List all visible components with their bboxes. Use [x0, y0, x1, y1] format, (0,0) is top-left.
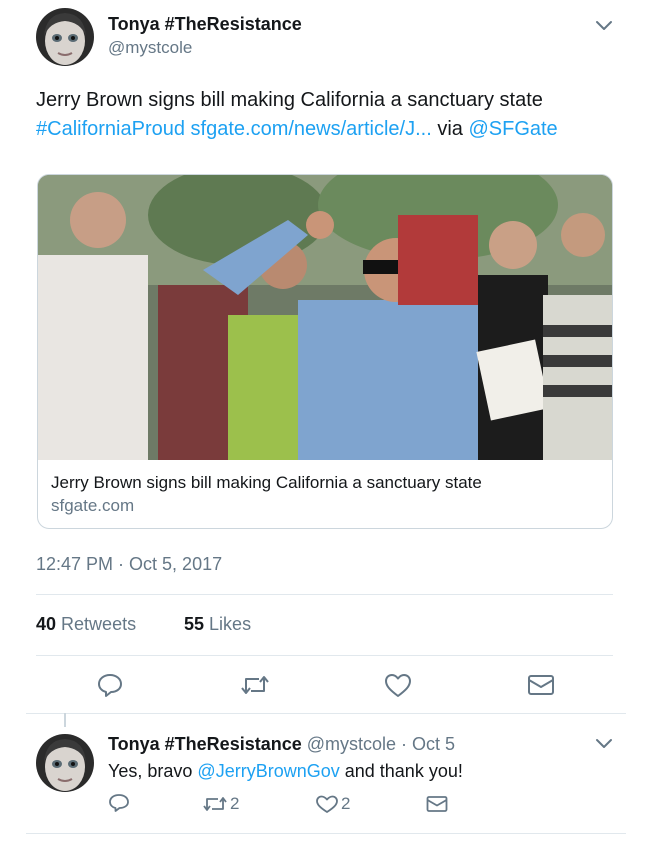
retweets-count: 40: [36, 614, 57, 634]
reply-mention-link[interactable]: @JerryBrownGov: [197, 761, 339, 781]
envelope-icon[interactable]: [426, 795, 448, 813]
likes-label: Likes: [209, 614, 252, 634]
thread-connector: [64, 713, 66, 727]
reply-meta[interactable]: @mystcole · Oct 5: [307, 734, 455, 754]
retweets-label: Retweets: [61, 614, 137, 634]
chevron-down-icon[interactable]: [594, 736, 614, 752]
avatar[interactable]: [36, 8, 94, 66]
reply-icon[interactable]: [97, 672, 123, 698]
display-name[interactable]: Tonya #TheResistance: [108, 14, 302, 35]
retweets-stat[interactable]: 40 Retweets: [36, 614, 136, 635]
reply-text-after: and thank you!: [344, 761, 463, 781]
hashtag-link[interactable]: #CaliforniaProud: [36, 118, 185, 140]
article-photo: [38, 175, 612, 460]
divider: [36, 594, 613, 595]
divider: [26, 713, 626, 714]
tweet-text-body: Jerry Brown signs bill making California…: [36, 89, 543, 111]
heart-icon[interactable]: [384, 672, 412, 698]
reply-icon[interactable]: [108, 793, 130, 813]
likes-stat[interactable]: 55 Likes: [184, 614, 251, 635]
reply-text: Yes, bravo @JerryBrownGov and thank you!: [108, 761, 463, 782]
article-link[interactable]: sfgate.com/news/article/J...: [191, 118, 432, 140]
divider: [26, 833, 626, 834]
envelope-icon[interactable]: [527, 673, 555, 697]
via-text: via: [437, 118, 463, 140]
reply-display-name[interactable]: Tonya #TheResistance: [108, 734, 302, 754]
retweet-icon[interactable]: [202, 794, 228, 814]
tweet-timestamp[interactable]: 12:47 PM · Oct 5, 2017: [36, 554, 222, 575]
chevron-down-icon[interactable]: [594, 18, 614, 34]
divider: [36, 655, 613, 656]
mention-link[interactable]: @SFGate: [468, 118, 557, 140]
tweet-text: Jerry Brown signs bill making California…: [36, 86, 626, 144]
reply-avatar[interactable]: [36, 734, 94, 792]
reply-retweet-count: 2: [230, 794, 240, 813]
reply-header: Tonya #TheResistance @mystcole · Oct 5: [108, 734, 455, 755]
retweet-icon[interactable]: [240, 672, 270, 698]
reply-text-before: Yes, bravo: [108, 761, 193, 781]
reply-like-count: 2: [341, 794, 351, 813]
link-preview-card[interactable]: Jerry Brown signs bill making California…: [37, 174, 613, 529]
user-handle[interactable]: @mystcole: [108, 38, 192, 58]
card-title: Jerry Brown signs bill making California…: [51, 473, 482, 492]
card-domain: sfgate.com: [51, 496, 135, 515]
likes-count: 55: [184, 614, 205, 634]
heart-icon[interactable]: [315, 794, 339, 814]
